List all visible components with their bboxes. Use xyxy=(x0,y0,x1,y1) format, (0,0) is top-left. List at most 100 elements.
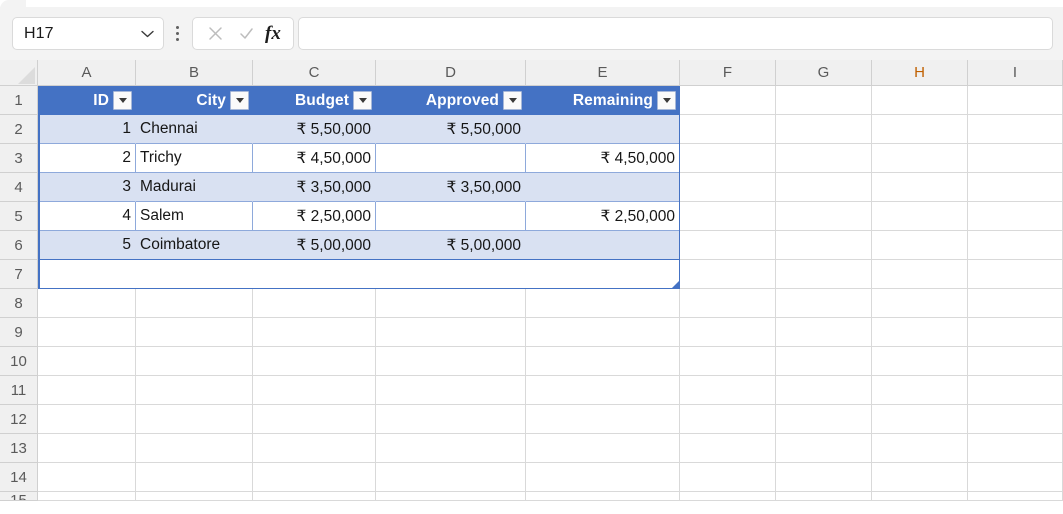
cell-D1[interactable]: Approved xyxy=(376,86,526,115)
cell-E3[interactable]: ₹ 4,50,000 xyxy=(526,144,680,173)
cell-G8[interactable] xyxy=(776,289,872,318)
cell-A8[interactable] xyxy=(38,289,136,318)
cell-A9[interactable] xyxy=(38,318,136,347)
cell-G11[interactable] xyxy=(776,376,872,405)
cell-E1[interactable]: Remaining xyxy=(526,86,680,115)
cell-D6[interactable]: ₹ 5,00,000 xyxy=(376,231,526,260)
cell-F15[interactable] xyxy=(680,492,776,501)
cell-H14[interactable] xyxy=(872,463,968,492)
row-header-6[interactable]: 6 xyxy=(0,231,38,260)
cell-F10[interactable] xyxy=(680,347,776,376)
cell-G1[interactable] xyxy=(776,86,872,115)
row-header-1[interactable]: 1 xyxy=(0,86,38,115)
cell-D7[interactable] xyxy=(376,260,526,289)
cell-H4[interactable] xyxy=(872,173,968,202)
cell-H13[interactable] xyxy=(872,434,968,463)
cell-F14[interactable] xyxy=(680,463,776,492)
cell-B6[interactable]: Coimbatore xyxy=(136,231,253,260)
cell-E9[interactable] xyxy=(526,318,680,347)
table-resize-handle[interactable] xyxy=(672,281,679,288)
cell-H8[interactable] xyxy=(872,289,968,318)
row-header-14[interactable]: 14 xyxy=(0,463,38,492)
cell-E13[interactable] xyxy=(526,434,680,463)
cell-G14[interactable] xyxy=(776,463,872,492)
filter-dropdown-icon[interactable] xyxy=(230,91,249,110)
cell-D13[interactable] xyxy=(376,434,526,463)
cell-E12[interactable] xyxy=(526,405,680,434)
cell-B15[interactable] xyxy=(136,492,253,501)
row-header-3[interactable]: 3 xyxy=(0,144,38,173)
cell-G3[interactable] xyxy=(776,144,872,173)
row-header-2[interactable]: 2 xyxy=(0,115,38,144)
cell-G6[interactable] xyxy=(776,231,872,260)
formula-input[interactable] xyxy=(297,17,1053,50)
row-header-10[interactable]: 10 xyxy=(0,347,38,376)
cell-C9[interactable] xyxy=(253,318,376,347)
cell-I11[interactable] xyxy=(968,376,1063,405)
cell-B14[interactable] xyxy=(136,463,253,492)
row-header-4[interactable]: 4 xyxy=(0,173,38,202)
cell-I5[interactable] xyxy=(968,202,1063,231)
cell-F5[interactable] xyxy=(680,202,776,231)
row-header-8[interactable]: 8 xyxy=(0,289,38,318)
checkmark-icon[interactable] xyxy=(232,19,260,48)
cell-F7[interactable] xyxy=(680,260,776,289)
cell-C6[interactable]: ₹ 5,00,000 xyxy=(253,231,376,260)
chevron-down-icon[interactable] xyxy=(141,30,154,38)
cell-C13[interactable] xyxy=(253,434,376,463)
row-header-9[interactable]: 9 xyxy=(0,318,38,347)
cell-E6[interactable] xyxy=(526,231,680,260)
cell-I2[interactable] xyxy=(968,115,1063,144)
cell-A6[interactable]: 5 xyxy=(38,231,136,260)
column-header-h[interactable]: H xyxy=(872,60,968,86)
cell-E10[interactable] xyxy=(526,347,680,376)
cell-F2[interactable] xyxy=(680,115,776,144)
cell-G5[interactable] xyxy=(776,202,872,231)
cell-C8[interactable] xyxy=(253,289,376,318)
column-header-d[interactable]: D xyxy=(376,60,526,86)
cell-B13[interactable] xyxy=(136,434,253,463)
cell-A11[interactable] xyxy=(38,376,136,405)
cell-A2[interactable]: 1 xyxy=(38,115,136,144)
cell-I3[interactable] xyxy=(968,144,1063,173)
cell-I14[interactable] xyxy=(968,463,1063,492)
cell-E7[interactable] xyxy=(526,260,680,289)
cell-D9[interactable] xyxy=(376,318,526,347)
cell-H12[interactable] xyxy=(872,405,968,434)
cell-H10[interactable] xyxy=(872,347,968,376)
cell-C4[interactable]: ₹ 3,50,000 xyxy=(253,173,376,202)
cell-H2[interactable] xyxy=(872,115,968,144)
row-header-7[interactable]: 7 xyxy=(0,260,38,289)
cell-H11[interactable] xyxy=(872,376,968,405)
cell-G9[interactable] xyxy=(776,318,872,347)
cell-H3[interactable] xyxy=(872,144,968,173)
cell-F12[interactable] xyxy=(680,405,776,434)
cell-C3[interactable]: ₹ 4,50,000 xyxy=(253,144,376,173)
cell-E15[interactable] xyxy=(526,492,680,501)
cell-B10[interactable] xyxy=(136,347,253,376)
cell-B12[interactable] xyxy=(136,405,253,434)
cell-I4[interactable] xyxy=(968,173,1063,202)
cell-F4[interactable] xyxy=(680,173,776,202)
cell-F11[interactable] xyxy=(680,376,776,405)
cell-B11[interactable] xyxy=(136,376,253,405)
cell-B7[interactable] xyxy=(136,260,253,289)
cell-I7[interactable] xyxy=(968,260,1063,289)
cell-H15[interactable] xyxy=(872,492,968,501)
cell-I1[interactable] xyxy=(968,86,1063,115)
cell-G4[interactable] xyxy=(776,173,872,202)
column-header-a[interactable]: A xyxy=(38,60,136,86)
column-header-i[interactable]: I xyxy=(968,60,1063,86)
cell-D4[interactable]: ₹ 3,50,000 xyxy=(376,173,526,202)
column-header-f[interactable]: F xyxy=(680,60,776,86)
cell-I6[interactable] xyxy=(968,231,1063,260)
cell-E8[interactable] xyxy=(526,289,680,318)
cell-A14[interactable] xyxy=(38,463,136,492)
cell-C15[interactable] xyxy=(253,492,376,501)
cell-B3[interactable]: Trichy xyxy=(136,144,253,173)
row-header-15[interactable]: 15 xyxy=(0,492,38,501)
cell-C11[interactable] xyxy=(253,376,376,405)
cell-A15[interactable] xyxy=(38,492,136,501)
insert-function-icon[interactable]: fx xyxy=(263,24,285,43)
cell-D2[interactable]: ₹ 5,50,000 xyxy=(376,115,526,144)
